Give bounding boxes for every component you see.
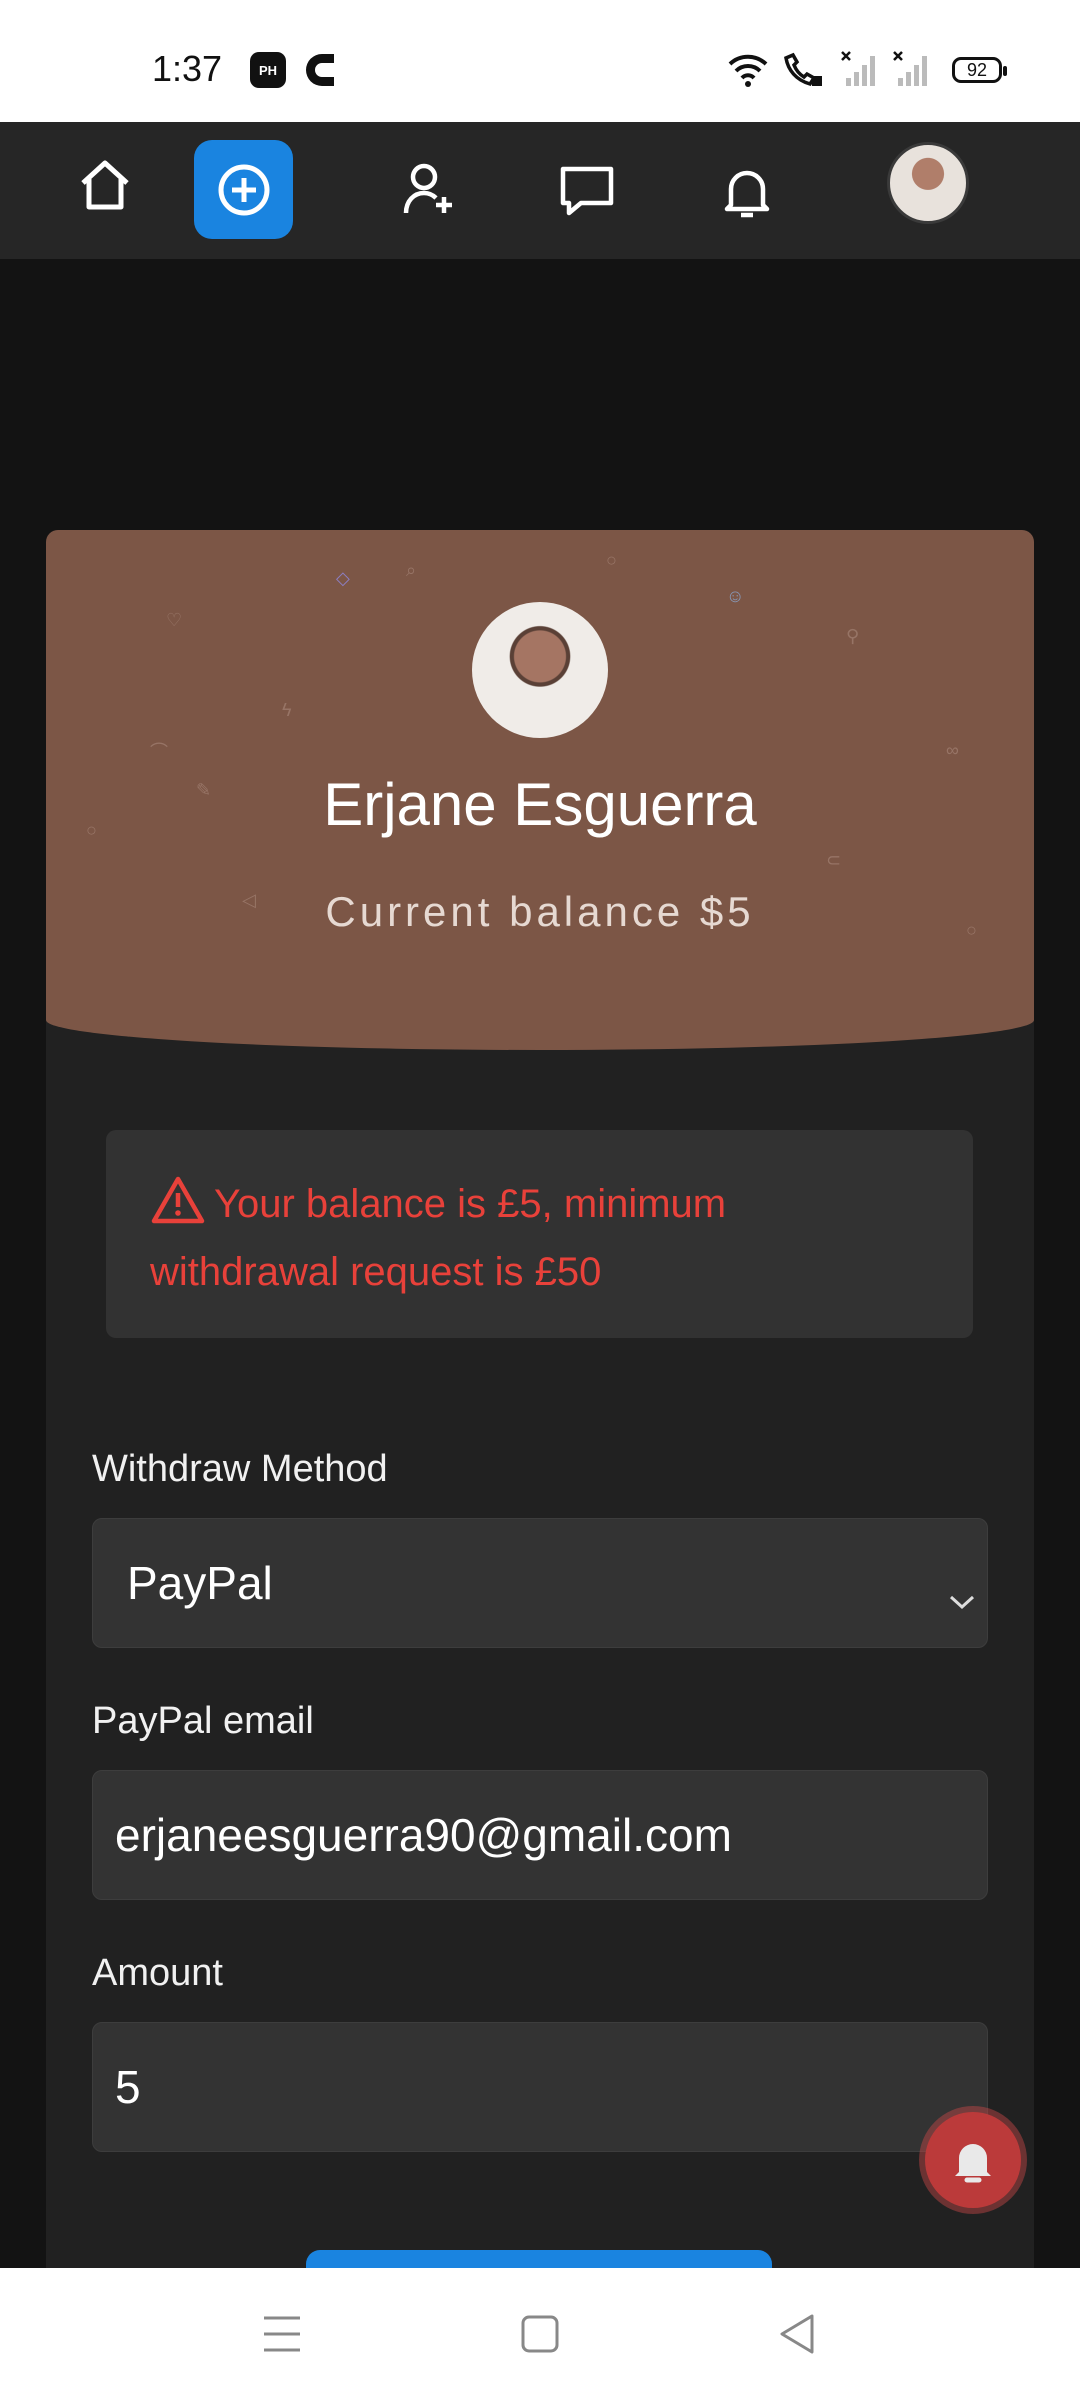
bell-icon: [724, 170, 770, 218]
back-icon[interactable]: [778, 2312, 818, 2361]
app-logo-icon: [302, 50, 342, 95]
add-friend-icon: [403, 163, 452, 214]
balance-warning-alert: Your balance is £5, minimum withdrawal r…: [106, 1130, 973, 1338]
wifi-icon: [726, 50, 770, 95]
amount-value: 5: [115, 2061, 141, 2113]
add-circle-icon: [218, 164, 269, 215]
decor-icon: ⌕: [406, 560, 417, 580]
home-button[interactable]: [70, 150, 140, 220]
home-square-icon[interactable]: [520, 2312, 560, 2361]
messages-button[interactable]: [552, 156, 622, 226]
floating-notification-button[interactable]: [925, 2112, 1021, 2208]
profile-avatar: [472, 602, 608, 738]
menu-icon[interactable]: [262, 2312, 302, 2361]
withdraw-method-value: PayPal: [127, 1557, 273, 1609]
current-balance: Current balance $5: [325, 888, 755, 935]
submit-withdraw-button[interactable]: [306, 2250, 772, 2270]
bell-icon: [955, 2144, 991, 2183]
decor-icon: ☺: [726, 586, 745, 606]
decor-icon: ○: [606, 550, 617, 570]
paypal-email-value: erjaneesguerra90@gmail.com: [115, 1809, 732, 1861]
home-icon: [81, 160, 129, 210]
decor-icon: ⊂: [826, 850, 842, 870]
decor-icon: ⌒: [150, 742, 168, 762]
paypal-email-field[interactable]: erjaneesguerra90@gmail.com: [92, 1770, 988, 1900]
decor-icon: ∞: [946, 740, 959, 760]
create-post-button[interactable]: [194, 140, 293, 239]
warning-text-line1: Your balance is £5, minimum: [214, 1182, 727, 1226]
signal-2-icon: [892, 50, 932, 95]
withdraw-method-label: Withdraw Method: [92, 1448, 388, 1490]
warning-text-line2: withdrawal request is £50: [150, 1250, 602, 1294]
system-nav-bar: [0, 2268, 1080, 2400]
withdraw-card: ◇ ⌕ ○ ☺ ⚲ ♡ ϟ ⌒ ∞ ⊂ ◁ ○ ○ ✎ Erjane Esgue…: [46, 530, 1034, 2270]
decor-icon: ⚲: [846, 626, 860, 646]
notifications-button[interactable]: [712, 156, 782, 226]
paypal-email-label: PayPal email: [92, 1700, 314, 1742]
ph-today-app-icon: PH: [250, 52, 286, 88]
signal-1-icon: [840, 50, 880, 95]
status-bar: 1:37 PH 92: [0, 0, 1080, 122]
top-nav: [0, 122, 1080, 259]
message-icon: [560, 166, 614, 216]
chevron-down-icon: [947, 1569, 977, 1623]
decor-icon: ϟ: [282, 700, 292, 720]
withdraw-method-select[interactable]: PayPal: [92, 1518, 988, 1648]
profile-name: Erjane Esguerra: [323, 771, 757, 838]
decor-icon: ◇: [336, 568, 350, 588]
amount-field[interactable]: 5: [92, 2022, 988, 2152]
profile-avatar-button[interactable]: [887, 142, 969, 224]
add-friend-button[interactable]: [395, 154, 465, 224]
status-time: 1:37: [152, 48, 223, 89]
profile-banner: ◇ ⌕ ○ ☺ ⚲ ♡ ϟ ⌒ ∞ ⊂ ◁ ○ ○ ✎ Erjane Esgue…: [46, 530, 1034, 1050]
amount-label: Amount: [92, 1952, 223, 1994]
battery-indicator: 92: [952, 57, 1007, 83]
decor-icon: ♡: [166, 610, 183, 630]
wifi-call-icon: [780, 50, 824, 95]
warning-icon: [150, 1175, 206, 1242]
